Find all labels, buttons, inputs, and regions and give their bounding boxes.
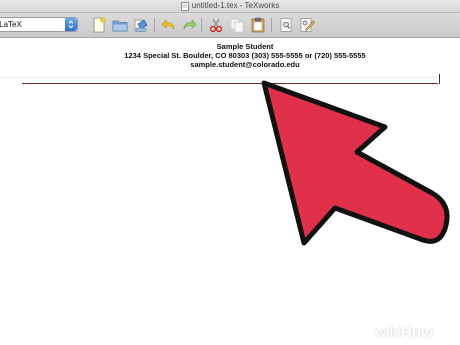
copy-button[interactable] [228,16,246,34]
watermark-wiki: wiki [375,323,401,341]
paste-icon [251,17,265,33]
toolbar-separator [201,18,202,32]
page-shadow [0,76,440,82]
address-line: 1234 Special St. Boulder, CO 80303 (303)… [124,51,366,60]
page-edge [439,74,440,84]
student-name: Sample Student [216,42,274,51]
title-bar: untitled-1.tex - TeXworks [0,0,460,13]
redo-button[interactable] [180,16,198,34]
toolbar-separator [271,18,272,32]
open-folder-icon [112,20,128,32]
cut-button[interactable] [207,16,225,34]
chevron-down-icon[interactable] [65,18,77,31]
email-line: sample.student@colorado.edu [190,60,300,69]
paste-button[interactable] [249,16,267,34]
cut-icon [209,18,223,33]
new-document-button[interactable] [90,16,108,34]
undo-button[interactable] [160,16,178,34]
find-button[interactable] [277,16,295,34]
engine-select-value: pdfLaTeX [0,20,22,29]
watermark-how: How [400,323,434,341]
toolbar-separator [154,18,155,32]
typeset-engine-select[interactable]: pdfLaTeX [0,17,78,32]
texworks-window: untitled-1.tex - TeXworks pdfLaTeX [0,0,460,345]
resume-header: Sample Student 1234 Special St. Boulder,… [0,42,460,69]
replace-icon [300,18,315,32]
save-icon [134,19,148,32]
find-icon [280,18,292,32]
replace-button[interactable] [298,16,316,34]
save-button[interactable] [132,16,150,34]
new-document-icon [93,17,106,33]
toolbar: pdfLaTeX [0,13,460,38]
copy-icon [230,18,244,33]
open-button[interactable] [111,16,129,34]
undo-icon [161,19,175,30]
window-title: untitled-1.tex - TeXworks [191,1,280,10]
wikihow-watermark: wiki How [375,322,433,342]
tex-document-icon [180,1,189,11]
header-rule [22,83,438,84]
redo-icon [183,19,197,30]
document-preview[interactable]: Sample Student 1234 Special St. Boulder,… [0,38,460,345]
